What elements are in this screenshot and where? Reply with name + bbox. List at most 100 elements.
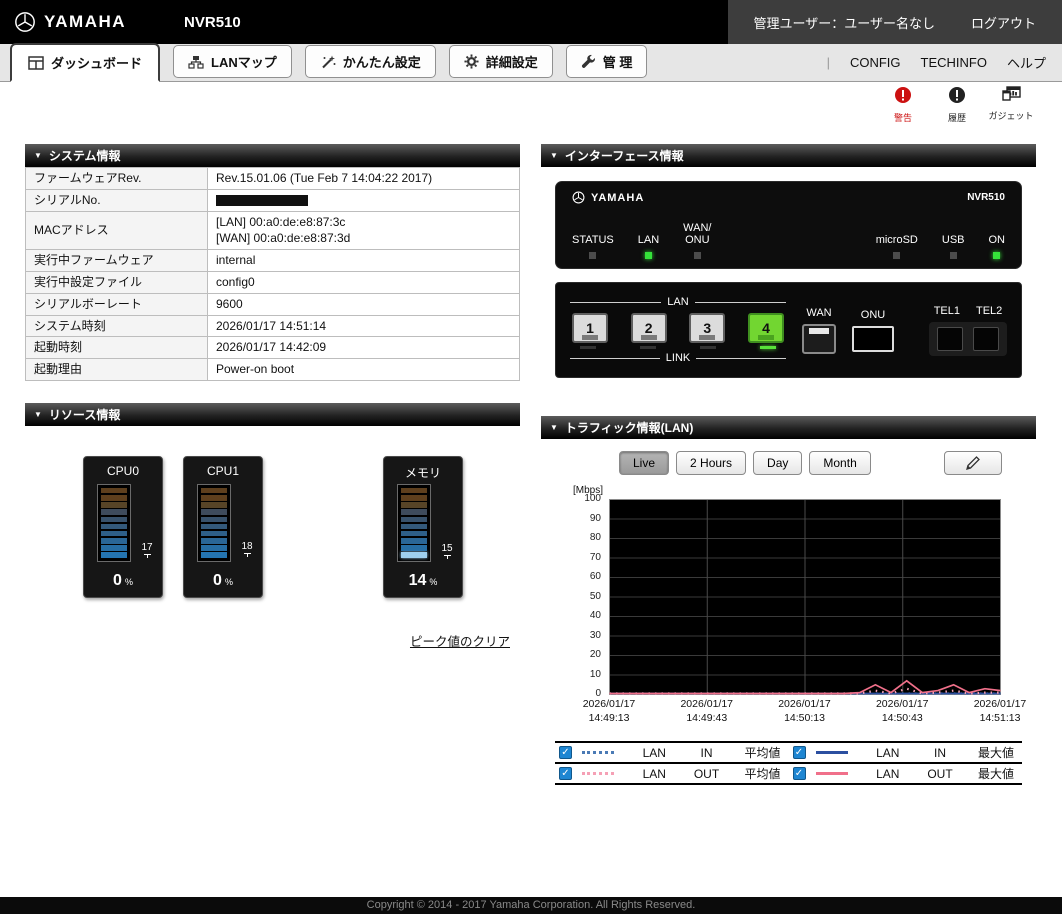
legend-checkbox[interactable]: ✓ <box>559 767 572 780</box>
front-led-usb: USB <box>942 234 965 259</box>
collapse-triangle-icon: ▼ <box>34 151 42 160</box>
front-brand: YAMAHA <box>572 191 644 204</box>
gauge-peak-value: 15 <box>436 544 458 560</box>
lanmap-icon <box>188 55 204 69</box>
link-group-label: LINK <box>570 352 786 364</box>
logout-link[interactable]: ログアウト <box>971 13 1036 32</box>
led-label-lan: LAN <box>637 234 660 247</box>
y-tick-label: 40 <box>589 610 601 621</box>
led-label-on: ON <box>988 234 1006 247</box>
traffic-info-header[interactable]: ▼ トラフィック情報(LAN) <box>541 416 1036 439</box>
wand-icon <box>320 55 336 69</box>
front-led-microsd: microSD <box>876 234 918 259</box>
onu-port <box>852 325 894 352</box>
rear-onu-block: ONU <box>852 309 894 352</box>
meter-segment <box>201 516 227 523</box>
legend-interface: LAN <box>642 766 666 781</box>
link-label: LINK <box>665 352 691 364</box>
meter-segment <box>401 538 427 544</box>
notice-row: 警告 履歴 ガジェット <box>0 82 1062 130</box>
system-info-row: 起動理由 Power-on boot <box>25 358 520 381</box>
gauge-peak-number: 17 <box>141 541 153 553</box>
legend-interface: LAN <box>642 745 666 760</box>
tab-dashboard[interactable]: ダッシュボード <box>10 43 161 82</box>
rear-wan-block: WAN <box>802 307 836 354</box>
divider-line <box>570 357 660 359</box>
gauge-peak-value: 18 <box>236 542 258 557</box>
tel-port-group <box>929 321 1007 356</box>
link-divider: | <box>826 55 830 70</box>
legend-checkbox[interactable]: ✓ <box>792 767 806 780</box>
tab-easy-setup[interactable]: かんたん設定 <box>304 45 436 78</box>
traffic-range-buttons: Live 2 Hours Day Month <box>619 451 871 475</box>
tel-label-tel2: TEL2 <box>976 304 1003 317</box>
traffic-range-month[interactable]: Month <box>809 451 871 475</box>
legend-checkbox[interactable]: ✓ <box>559 746 572 759</box>
lan-port-row: 1234 <box>572 313 784 343</box>
link-config[interactable]: CONFIG <box>850 55 901 70</box>
y-tick-label: 30 <box>589 629 601 641</box>
resource-info-panel: ▼ リソース情報 CPU0 17 0% CPU1 18 0% メモリ 15 14% ピーク値のク… <box>25 402 520 654</box>
system-info-value: internal <box>207 249 520 272</box>
system-info-label: システム時刻 <box>25 314 208 338</box>
notice-history[interactable]: 履歴 <box>932 86 982 130</box>
gauge-title: CPU0 <box>106 463 139 478</box>
link-techinfo[interactable]: TECHINFO <box>921 55 987 70</box>
tab-label-lanmap: LANマップ <box>211 55 277 70</box>
system-info-row: シリアルNo. <box>25 188 520 212</box>
tab-admin[interactable]: 管 理 <box>565 45 648 78</box>
wan-port <box>802 323 836 354</box>
meter-segment <box>101 495 127 501</box>
gauge-value-unit: % <box>224 576 233 587</box>
right-column: ▼ インターフェース情報 YAMAHA NVR510 STATUS LAN WAN/… <box>541 144 1036 819</box>
tel1-port <box>937 326 963 351</box>
y-tick-label: 100 <box>584 493 601 504</box>
notice-warning[interactable]: 警告 <box>878 86 928 130</box>
system-info-value: config0 <box>207 270 520 294</box>
gauge-value-unit: % <box>429 576 438 587</box>
divider-line <box>570 301 662 303</box>
legend-checkbox[interactable]: ✓ <box>792 746 806 759</box>
interface-info-header[interactable]: ▼ インターフェース情報 <box>541 144 1036 167</box>
gauge-meter <box>197 483 231 562</box>
rear-tel-block: TEL1 TEL2 <box>929 305 1007 356</box>
system-info-label: 起動時刻 <box>25 336 208 360</box>
system-info-header[interactable]: ▼ システム情報 <box>25 144 520 167</box>
traffic-range-live[interactable]: Live <box>619 451 670 475</box>
system-info-row: シリアルボーレート 9600 <box>25 292 520 316</box>
yamaha-mark-icon <box>572 191 585 204</box>
traffic-range-2-hours[interactable]: 2 Hours <box>676 451 747 475</box>
meter-segment <box>201 530 227 537</box>
front-led-lan: LAN <box>638 234 659 259</box>
front-led-row: STATUS LAN WAN/ ONU microSD USB ON <box>572 222 1005 259</box>
x-tick-label: 2026/01/17 14:50:13 <box>778 698 831 724</box>
traffic-info-title: トラフィック情報(LAN) <box>564 421 694 435</box>
tab-advanced[interactable]: 詳細設定 <box>448 45 553 78</box>
notice-label-history: 履歴 <box>947 113 966 123</box>
front-led-on: ON <box>988 234 1006 259</box>
gauge-peak-number: 18 <box>241 541 253 552</box>
clear-peak-link[interactable]: ピーク値のクリア <box>410 631 510 650</box>
gauge-peak-marker <box>443 555 451 560</box>
traffic-range-day[interactable]: Day <box>753 451 803 475</box>
link-help[interactable]: ヘルプ <box>1007 53 1046 72</box>
page-root: YAMAHA NVR510 管理ユーザー：ユーザー名なし ログアウト ダッシュボ… <box>0 0 1062 914</box>
gear-icon <box>464 54 479 69</box>
edit-graph-button[interactable] <box>944 451 1002 475</box>
system-info-label: ファームウェアRev. <box>25 167 208 190</box>
copyright-text: Copyright © 2014 - 2017 Yamaha Corporati… <box>366 899 696 911</box>
system-info-label: 実行中設定ファイル <box>25 270 208 294</box>
gauge-peak-marker <box>243 553 251 557</box>
lan-port-4: 4 <box>747 313 784 343</box>
tab-lanmap[interactable]: LANマップ <box>173 45 292 78</box>
collapse-triangle-icon: ▼ <box>550 423 558 432</box>
rear-lan-block: LAN 1234 LINK <box>570 296 786 364</box>
notice-gadget[interactable]: ガジェット <box>986 86 1036 130</box>
collapse-triangle-icon: ▼ <box>550 151 558 160</box>
resource-info-header[interactable]: ▼ リソース情報 <box>25 402 520 426</box>
lan-label: LAN <box>667 296 689 308</box>
gauge-meter <box>97 483 131 562</box>
system-info-value: [LAN] 00:a0:de:e8:87:3c [WAN] 00:a0:de:e… <box>207 210 520 251</box>
meter-segment <box>401 530 427 537</box>
led-label-status: STATUS <box>572 234 614 247</box>
